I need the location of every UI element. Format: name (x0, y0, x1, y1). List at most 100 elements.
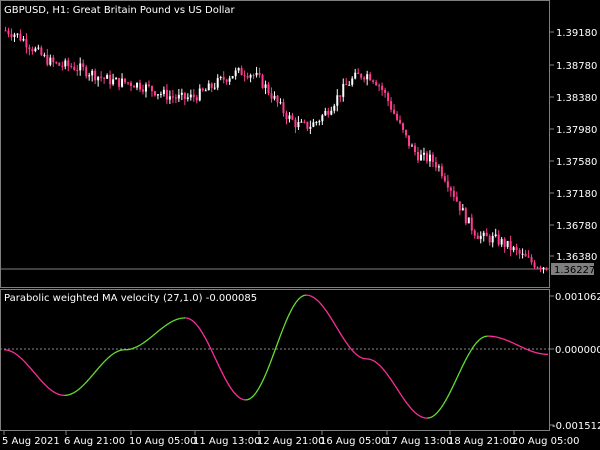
candle-body (189, 94, 192, 98)
candle-body (73, 66, 76, 70)
candle-body (452, 190, 455, 197)
velocity-segment (513, 342, 517, 345)
candle-body (249, 75, 252, 78)
candle-body (291, 115, 294, 120)
velocity-segment (501, 337, 504, 340)
time-tick: 6 Aug 21:00 (64, 436, 125, 447)
candle-body (225, 79, 228, 82)
candle-body (479, 235, 482, 239)
candle-body (375, 81, 378, 86)
candle-body (542, 267, 545, 270)
candle-body (19, 33, 22, 41)
candle-body (312, 122, 315, 127)
indicator-tick: 0.001062 (555, 292, 600, 303)
chart-background (0, 0, 600, 450)
candle-body (333, 105, 336, 111)
candle-body (521, 253, 524, 255)
candle-body (467, 217, 470, 224)
candle-body (106, 75, 109, 79)
indicator-window-title: Parabolic weighted MA velocity (27,1.0) … (4, 293, 257, 304)
candle-body (255, 72, 258, 76)
candle-body (336, 95, 339, 106)
candle-body (67, 60, 70, 66)
price-tick: 1.39180 (556, 28, 597, 39)
candle-body (369, 74, 372, 81)
velocity-segment (483, 335, 486, 338)
time-tick: 20 Aug 05:00 (512, 436, 579, 447)
candle-body (240, 68, 243, 76)
candle-body (539, 267, 542, 270)
velocity-segment (118, 349, 122, 352)
velocity-segment (515, 343, 519, 346)
candle-body (518, 250, 521, 254)
candle-body (408, 135, 411, 146)
candle-body (219, 76, 222, 79)
candle-body (115, 78, 118, 80)
candle-body (345, 83, 348, 86)
candle-body (437, 166, 440, 168)
candle-body (85, 66, 88, 77)
candle-body (533, 262, 536, 268)
velocity-segment (309, 295, 313, 298)
indicator-tick: -0.001512 (552, 421, 600, 432)
candle-body (506, 240, 509, 247)
candle-body (324, 110, 327, 116)
trading-chart[interactable]: GBPUSD, H1: Great Britain Pound vs US Do… (0, 0, 600, 450)
candle-body (186, 97, 189, 99)
candle-body (470, 217, 473, 231)
candle-body (497, 234, 500, 245)
candle-body (118, 78, 121, 87)
candle-body (162, 89, 165, 94)
candle-body (512, 247, 515, 251)
candle-body (411, 145, 413, 147)
candle-body (509, 240, 512, 251)
candle-body (405, 129, 408, 136)
candle-body (354, 72, 357, 79)
velocity-segment (507, 340, 510, 343)
candle-body (500, 239, 503, 245)
candle-body (109, 75, 112, 85)
candle-body (443, 176, 446, 182)
candle-body (174, 97, 177, 99)
price-tick: 1.36780 (556, 221, 597, 232)
candle-body (40, 47, 43, 56)
candle-body (46, 54, 49, 65)
candle-body (491, 236, 494, 243)
candle-body (330, 110, 333, 115)
velocity-segment (517, 344, 521, 347)
velocity-segment (116, 350, 120, 353)
candle-body (530, 257, 533, 263)
candle-body (52, 57, 55, 63)
candle-body (303, 121, 306, 123)
velocity-segment (247, 398, 251, 401)
velocity-segment (499, 337, 502, 340)
candle-body (440, 166, 443, 177)
candle-body (171, 96, 174, 98)
candle-body (88, 75, 91, 77)
candle-body (536, 267, 539, 269)
candle-body (372, 80, 375, 82)
candle-body (124, 78, 127, 83)
velocity-segment (420, 416, 424, 419)
candle-body (261, 75, 264, 88)
candle-body (396, 113, 399, 120)
candle-body (61, 65, 64, 67)
candle-body (210, 83, 213, 88)
velocity-segment (529, 349, 533, 352)
candle-body (147, 84, 150, 86)
velocity-segment (527, 349, 531, 352)
candle-body (216, 78, 219, 88)
velocity-segment (130, 347, 134, 350)
time-tick: 5 Aug 2021 (2, 436, 60, 447)
candle-body (306, 121, 309, 129)
candle-body (327, 110, 330, 115)
candle-body (273, 95, 276, 99)
candle-body (351, 78, 354, 85)
velocity-segment (172, 319, 176, 322)
candle-body (446, 181, 449, 188)
candle-body (393, 109, 396, 114)
candle-body (252, 75, 255, 77)
candle-body (434, 161, 437, 168)
candle-body (159, 93, 162, 95)
candle-body (279, 102, 282, 104)
